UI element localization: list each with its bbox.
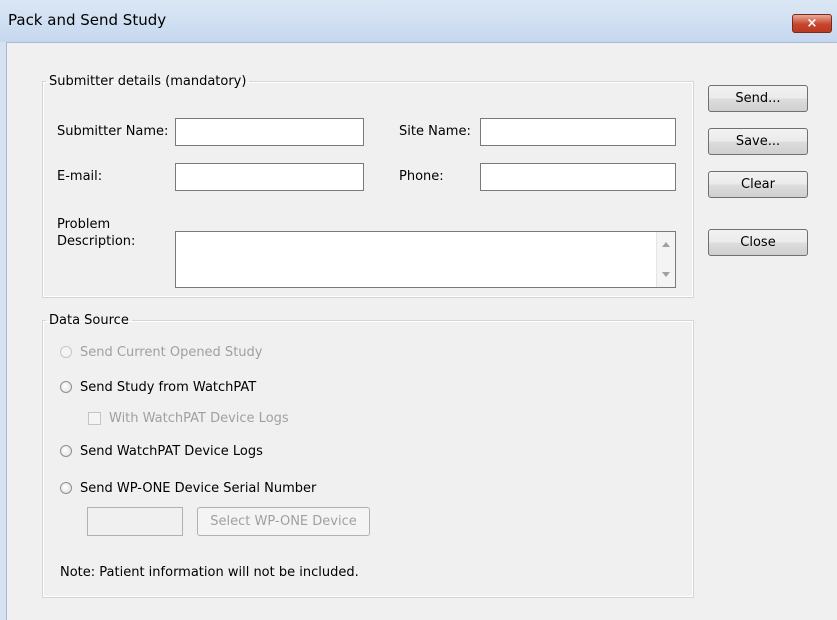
submitter-name-input[interactable]	[175, 118, 364, 146]
patient-info-note: Note: Patient information will not be in…	[60, 565, 359, 580]
scroll-up-icon[interactable]	[662, 242, 670, 247]
radio-current-study-label: Send Current Opened Study	[80, 345, 263, 360]
radio-wp-one-serial-label: Send WP-ONE Device Serial Number	[80, 481, 317, 496]
email-input[interactable]	[175, 163, 364, 191]
radio-watchpat-device-logs-label: Send WatchPAT Device Logs	[80, 444, 263, 459]
radio-wp-one-serial[interactable]	[60, 482, 72, 494]
clear-button[interactable]: Clear	[708, 171, 808, 198]
radio-study-from-watchpat[interactable]	[60, 381, 72, 393]
email-label: E-mail:	[57, 169, 103, 184]
checkbox-with-device-logs[interactable]	[88, 412, 101, 425]
textarea-scrollbar[interactable]	[656, 232, 675, 287]
phone-input[interactable]	[480, 163, 676, 191]
serial-number-input[interactable]	[87, 507, 183, 536]
radio-study-from-watchpat-label: Send Study from WatchPAT	[80, 380, 257, 395]
radio-watchpat-device-logs[interactable]	[60, 445, 72, 457]
save-button[interactable]: Save...	[708, 128, 808, 155]
phone-label: Phone:	[399, 169, 444, 184]
submitter-details-legend: Submitter details (mandatory)	[49, 74, 247, 89]
close-button[interactable]: Close	[708, 229, 808, 256]
pack-and-send-dialog: Pack and Send Study × Submitter details …	[0, 0, 837, 620]
radio-current-study[interactable]	[60, 346, 72, 358]
window-title: Pack and Send Study	[8, 11, 167, 29]
close-window-button[interactable]: ×	[792, 14, 832, 33]
title-bar: Pack and Send Study ×	[0, 0, 837, 43]
data-source-legend: Data Source	[49, 313, 129, 328]
submitter-name-label: Submitter Name:	[57, 124, 169, 139]
window-frame	[0, 42, 7, 620]
select-wp-one-device-button[interactable]: Select WP-ONE Device	[197, 507, 370, 536]
checkbox-with-device-logs-label: With WatchPAT Device Logs	[109, 411, 289, 426]
site-name-input[interactable]	[480, 118, 676, 146]
site-name-label: Site Name:	[399, 124, 471, 139]
problem-label-line2: Description:	[57, 234, 136, 249]
problem-description-textarea[interactable]	[175, 231, 676, 288]
problem-label-line1: Problem	[57, 217, 111, 232]
send-button[interactable]: Send...	[708, 85, 808, 112]
scroll-down-icon[interactable]	[662, 272, 670, 277]
